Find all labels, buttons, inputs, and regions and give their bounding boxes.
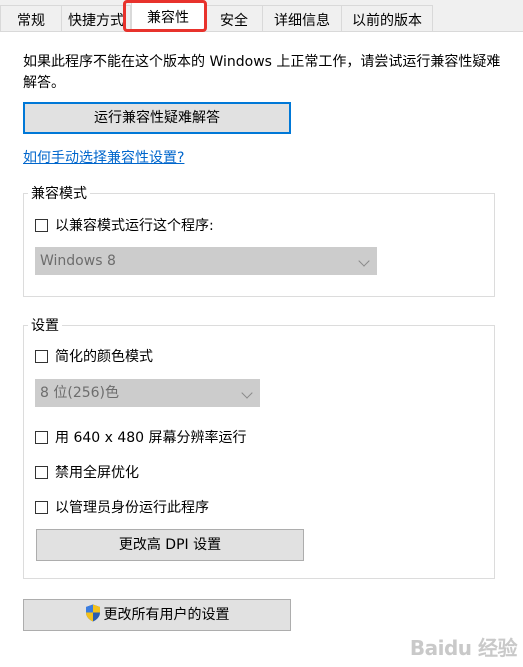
- tab-general[interactable]: 常规: [0, 5, 62, 31]
- reduced-color-label: 简化的颜色模式: [55, 349, 153, 365]
- uac-shield-icon: [85, 604, 100, 622]
- tab-details[interactable]: 详细信息: [262, 5, 342, 31]
- tab-bar: 常规 快捷方式 兼容性 安全 详细信息 以前的版本: [0, 0, 523, 32]
- disable-fullscreen-checkbox[interactable]: [35, 465, 48, 479]
- color-depth-select[interactable]: 8 位(256)色: [35, 379, 260, 407]
- os-version-value: Windows 8: [40, 253, 116, 269]
- compat-mode-label: 以兼容模式运行这个程序:: [55, 218, 214, 234]
- disable-fullscreen-label: 禁用全屏优化: [55, 465, 139, 481]
- tab-security[interactable]: 安全: [205, 5, 263, 31]
- chevron-down-icon: [358, 255, 370, 267]
- os-version-select[interactable]: Windows 8: [35, 247, 377, 275]
- tab-previous-versions[interactable]: 以前的版本: [341, 5, 433, 31]
- reduced-color-checkbox[interactable]: [35, 349, 48, 363]
- change-dpi-button[interactable]: 更改高 DPI 设置: [36, 529, 304, 561]
- res-640-checkbox[interactable]: [35, 430, 48, 444]
- intro-text: 如果此程序不能在这个版本的 Windows 上正常工作，请尝试运行兼容性疑难解答…: [23, 54, 501, 91]
- res-640-row[interactable]: 用 640 x 480 屏幕分辨率运行: [35, 427, 247, 447]
- reduced-color-row[interactable]: 简化的颜色模式: [35, 346, 153, 366]
- compat-mode-title: 兼容模式: [28, 185, 90, 203]
- run-admin-label: 以管理员身份运行此程序: [55, 500, 209, 516]
- tab-compatibility[interactable]: 兼容性: [131, 2, 205, 32]
- tab-shortcut[interactable]: 快捷方式: [61, 5, 131, 31]
- disable-fullscreen-row[interactable]: 禁用全屏优化: [35, 462, 139, 482]
- chevron-down-icon: [241, 387, 253, 399]
- change-all-users-button[interactable]: 更改所有用户的设置: [23, 599, 291, 631]
- baidu-watermark: Baidu 经验: [409, 636, 518, 660]
- manual-settings-link[interactable]: 如何手动选择兼容性设置?: [23, 147, 184, 167]
- color-depth-value: 8 位(256)色: [40, 385, 120, 401]
- settings-title: 设置: [28, 317, 62, 335]
- change-all-users-label: 更改所有用户的设置: [103, 607, 230, 623]
- res-640-label: 用 640 x 480 屏幕分辨率运行: [55, 430, 247, 446]
- run-admin-row[interactable]: 以管理员身份运行此程序: [35, 497, 209, 517]
- compat-mode-row[interactable]: 以兼容模式运行这个程序:: [35, 215, 214, 235]
- run-admin-checkbox[interactable]: [35, 500, 48, 514]
- compat-mode-checkbox[interactable]: [35, 218, 48, 232]
- compat-mode-group: [23, 193, 495, 297]
- run-troubleshooter-button[interactable]: 运行兼容性疑难解答: [23, 102, 291, 134]
